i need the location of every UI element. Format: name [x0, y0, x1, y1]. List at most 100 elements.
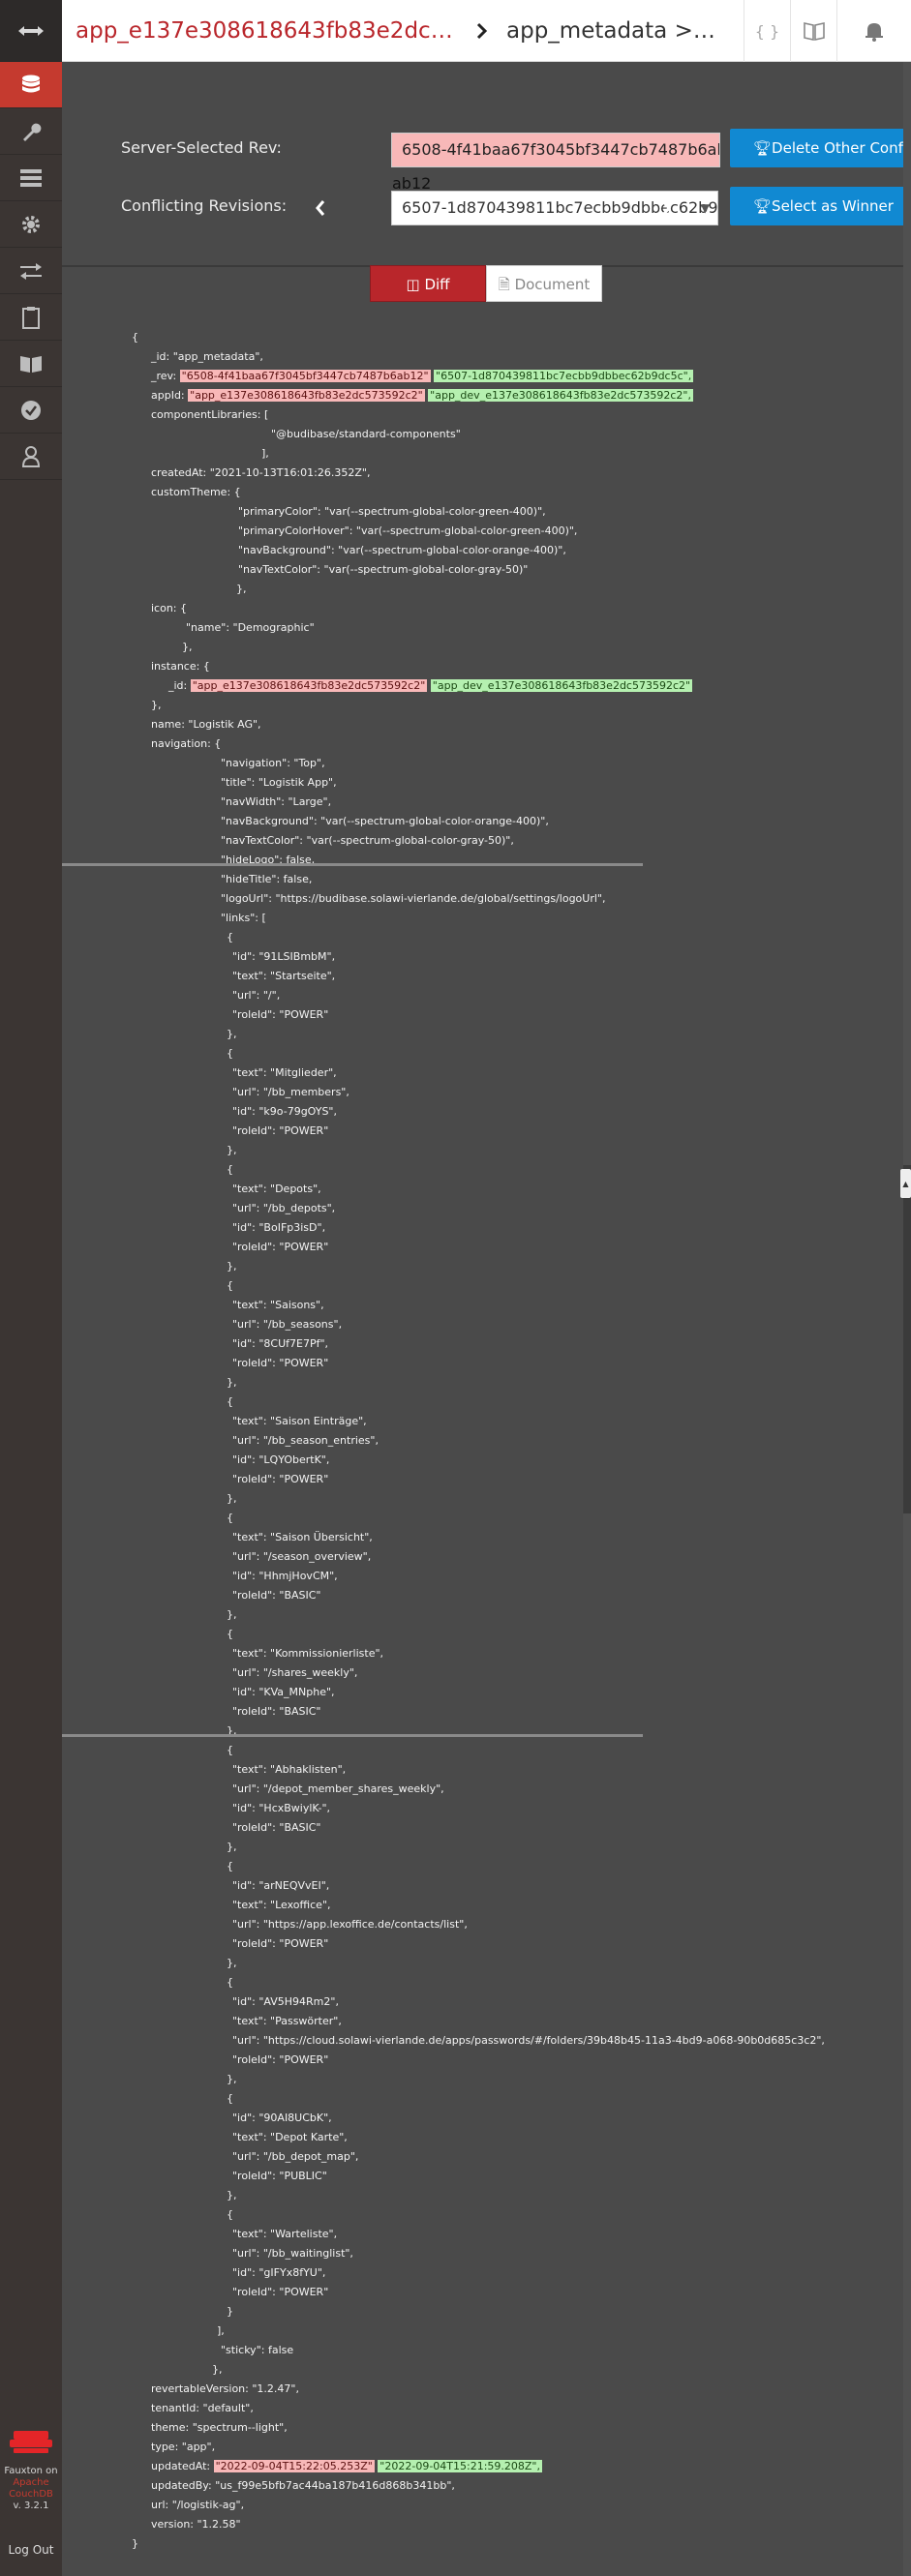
diff-text: "roleId": "BASIC"	[232, 1705, 321, 1718]
diff-text: "url": "/bb_members",	[232, 1086, 349, 1098]
nav-setup[interactable]	[0, 108, 62, 155]
diff-text: "id": "HhmjHovCM",	[232, 1570, 338, 1582]
diff-line: "url": "https://cloud.solawi-vierlande.d…	[232, 2032, 825, 2050]
diff-line: "text": "Saison Übersicht",	[232, 1529, 373, 1546]
tab-diff[interactable]: ◫ Diff	[370, 265, 486, 302]
diff-text: icon: {	[151, 602, 188, 614]
diff-line: "navBackground": "var(--spectrum-global-…	[221, 813, 549, 830]
added-value: "app_dev_e137e308618643fb83e2dc573592c2"	[430, 679, 693, 692]
scrollbar[interactable]	[903, 62, 911, 2576]
chevron-right-icon[interactable]	[659, 198, 673, 218]
diff-line: customTheme: {	[151, 484, 241, 501]
diff-text: "links": [	[221, 912, 266, 924]
tab-document-label: Document	[514, 276, 591, 293]
list-icon	[20, 168, 42, 187]
diff-line: "id": "HhmjHovCM",	[232, 1568, 338, 1585]
chevron-left-icon[interactable]	[314, 198, 327, 218]
diff-text: "url": "/season_overview",	[232, 1550, 372, 1563]
nav-config[interactable]	[0, 201, 62, 248]
nav-databases[interactable]	[0, 62, 62, 108]
diff-line: _rev: "6508-4f41baa67f3045bf3447cb7487b6…	[151, 368, 694, 385]
diff-text: _id: "app_metadata",	[151, 350, 263, 363]
diff-line: "id": "gIFYx8fYU",	[232, 2264, 325, 2282]
file-icon: 🗎︎	[498, 276, 515, 293]
diff-text: "navWidth": "Large",	[221, 795, 332, 808]
diff-line: },	[227, 2071, 237, 2088]
tab-diff-label: Diff	[424, 276, 450, 293]
diff-text: {	[227, 1744, 233, 1756]
diff-line: "name": "Demographic"	[186, 619, 315, 637]
diff-text: {	[227, 1512, 233, 1524]
select-as-winner-button[interactable]: 🏆︎Select as Winner	[730, 187, 911, 225]
diff-text: },	[227, 1841, 237, 1853]
nav-docs[interactable]	[0, 341, 62, 387]
diff-page-separator	[62, 1734, 643, 1737]
diff-line: }	[227, 2303, 233, 2321]
diff-line: "navTextColor": "var(--spectrum-global-c…	[221, 832, 514, 850]
breadcrumb-database[interactable]: app_e137e308618643fb83e2dc573592c2	[76, 15, 467, 46]
diff-line: },	[227, 1490, 237, 1508]
diff-line: instance: {	[151, 658, 210, 675]
diff-line: "id": "arNEQVvEI",	[232, 1877, 329, 1895]
diff-line: "url": "/depot_member_shares_weekly",	[232, 1781, 444, 1798]
diff-line: {	[227, 1393, 233, 1411]
collapse-arrows-icon	[18, 25, 44, 36]
nav-active-tasks[interactable]	[0, 155, 62, 201]
nav-verify[interactable]	[0, 387, 62, 434]
diff-line: },	[151, 697, 162, 714]
diff-text: {	[227, 1279, 233, 1292]
diff-text: },	[227, 1957, 237, 1969]
toggle-sidebar-button[interactable]	[0, 0, 62, 62]
notifications-button[interactable]	[836, 0, 911, 62]
logout-link[interactable]: Log Out	[0, 2543, 62, 2557]
nav-replication[interactable]	[0, 248, 62, 294]
diff-text: },	[182, 641, 193, 653]
diff-line: revertableVersion: "1.2.47",	[151, 2381, 299, 2398]
diff-text: "text": "Kommissionierliste",	[232, 1647, 384, 1660]
diff-text: _rev:	[151, 370, 180, 382]
diff-text: "text": "Lexoffice",	[232, 1899, 331, 1911]
diff-line: appId: "app_e137e308618643fb83e2dc573592…	[151, 387, 693, 404]
nav-documentation[interactable]	[0, 294, 62, 341]
diff-text: },	[227, 1028, 237, 1040]
diff-line: "url": "/",	[232, 987, 280, 1004]
diff-text: "@budibase/standard-components"	[271, 428, 461, 440]
diff-line: },	[227, 2187, 237, 2204]
diff-line: {	[227, 2090, 233, 2108]
removed-value: "app_e137e308618643fb83e2dc573592c2"	[190, 679, 428, 692]
diff-text: },	[227, 1260, 237, 1273]
scroll-up-icon[interactable]: ▲	[900, 1169, 911, 1198]
tab-document[interactable]: 🗎︎ Document	[486, 265, 602, 302]
nav-user[interactable]	[0, 434, 62, 480]
diff-line: "roleId": "POWER"	[232, 1471, 328, 1488]
sidebar: Fauxton on Apache CouchDB v. 3.2.1 Log O…	[0, 0, 62, 2576]
diff-line: "id": "8CUf7E7Pf",	[232, 1335, 328, 1353]
diff-line: {	[227, 1045, 233, 1063]
json-api-button[interactable]: { }	[744, 0, 790, 62]
diff-line: "text": "Depots",	[232, 1181, 321, 1198]
delete-other-conflicts-button[interactable]: 🏆︎Delete Other Conflicts	[730, 129, 911, 167]
footer-couchdb-link[interactable]: CouchDB	[0, 2489, 62, 2501]
diff-line: "text": "Saison Einträge",	[232, 1413, 367, 1430]
server-selected-rev: 6508-4f41baa67f3045bf3447cb7487b6ab12	[391, 133, 720, 167]
diff-text: updatedAt:	[151, 2460, 214, 2472]
diff-line: },	[227, 1955, 237, 1972]
breadcrumb-document: app_metadata > Conflicts	[506, 18, 719, 44]
database-icon	[22, 75, 40, 92]
diff-text: },	[227, 2189, 237, 2202]
diff-line: {	[227, 1974, 233, 1992]
diff-text: "navBackground": "var(--spectrum-global-…	[238, 544, 566, 556]
diff-text: "url": "https://app.lexoffice.de/contact…	[232, 1918, 468, 1931]
docs-button[interactable]	[790, 0, 836, 62]
diff-text: },	[227, 1608, 237, 1621]
footer-apache-link[interactable]: Apache	[0, 2477, 62, 2489]
diff-text: "url": "/shares_weekly",	[232, 1666, 358, 1679]
diff-line: "roleId": "BASIC"	[232, 1587, 320, 1604]
diff-text: {	[227, 931, 233, 944]
diff-line: },	[236, 581, 247, 598]
diff-text: "text": "Depot Karte",	[232, 2131, 348, 2143]
diff-text: "roleId": "BASIC"	[232, 1821, 321, 1834]
diff-line: {	[227, 1510, 233, 1527]
diff-line: "text": "Passwörter",	[232, 2013, 342, 2030]
scrollbar-thumb[interactable]	[903, 1165, 911, 1513]
